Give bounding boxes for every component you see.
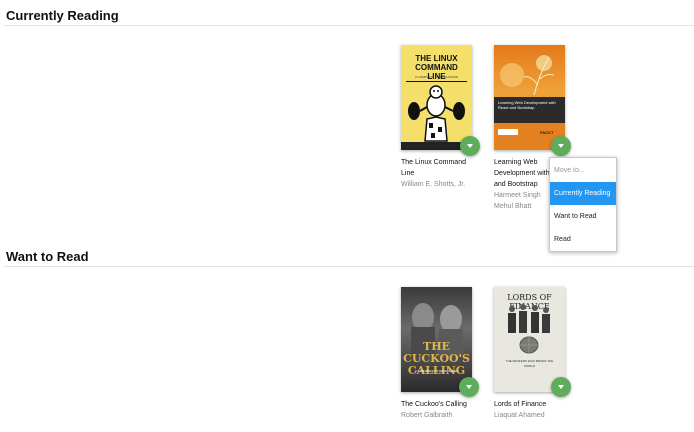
- chevron-down-icon: [558, 385, 564, 389]
- book-title: The Cuckoo's Calling: [401, 401, 467, 408]
- cover-illustration-linux: [401, 81, 472, 150]
- cover-subtitle-finance: THE BANKERS WHO BROKE THE WORLD: [505, 359, 554, 368]
- menu-option-read[interactable]: Read: [550, 228, 616, 251]
- shelf-divider: [4, 25, 694, 26]
- cover-subtitle-cuckoo: A CORMORAN STRIKE NOVEL: [414, 369, 459, 373]
- shelf-changer-menu: Move to... Currently Reading Want to Rea…: [549, 157, 617, 252]
- shelf-changer-button[interactable]: [551, 377, 571, 397]
- chevron-down-icon: [558, 144, 564, 148]
- shelf-changer-button[interactable]: [460, 136, 480, 156]
- book-title: Lords of Finance: [494, 401, 547, 408]
- book-cover-react[interactable]: Learning Web Development with React and …: [494, 45, 565, 150]
- book-cover-cuckoo[interactable]: THE CUCKOO'S CALLING A CORMORAN STRIKE N…: [401, 287, 472, 392]
- menu-option-want-to-read[interactable]: Want to Read: [550, 205, 616, 228]
- cover-illustration-finance: [508, 304, 550, 354]
- shelf-title-want-to-read: Want to Read: [6, 249, 89, 264]
- book-author: Robert Galbraith: [401, 412, 453, 419]
- shelf-title-currently-reading: Currently Reading: [6, 8, 119, 23]
- book-cover-finance[interactable]: LORDS OF FINANCE THE BANKERS WHO BROKE T…: [494, 287, 565, 392]
- menu-option-currently-reading[interactable]: Currently Reading: [550, 182, 616, 205]
- book-author: William E. Shotts, Jr.: [401, 181, 466, 188]
- cover-illustration-react: [494, 55, 565, 150]
- shelf-changer-button[interactable]: [551, 136, 571, 156]
- book-cover-linux[interactable]: THE LINUX COMMAND LINE A COMPLETE INTROD…: [401, 45, 472, 150]
- shelf-changer-button[interactable]: [459, 377, 479, 397]
- chevron-down-icon: [467, 144, 473, 148]
- book-title: The Linux Command Line: [401, 159, 466, 177]
- cover-title-react: Learning Web Development with React and …: [498, 100, 556, 110]
- cover-publisher-react: PACKT: [540, 130, 554, 135]
- menu-header-move-to: Move to...: [554, 167, 585, 174]
- book-author: Liaquat Ahamed: [494, 412, 545, 419]
- shelf-divider: [4, 266, 694, 267]
- chevron-down-icon: [466, 385, 472, 389]
